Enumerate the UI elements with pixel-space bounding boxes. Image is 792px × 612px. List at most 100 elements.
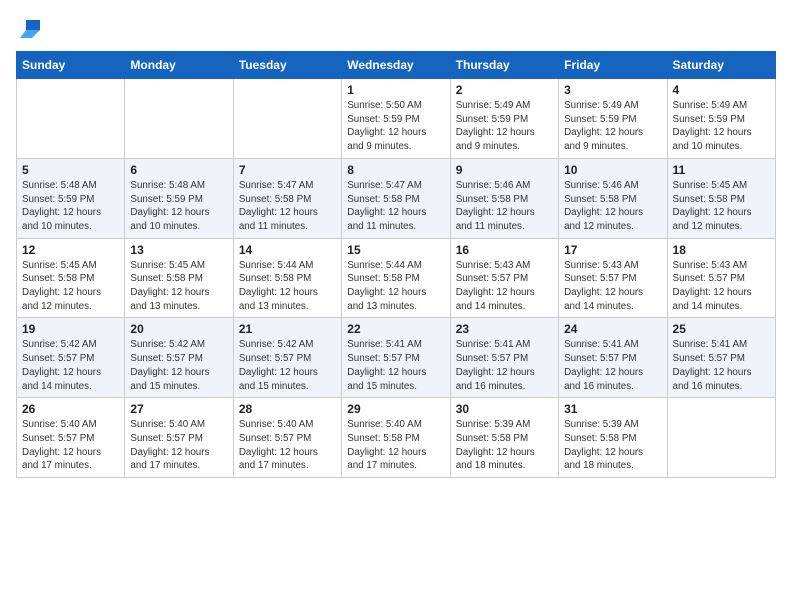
day-info: Sunrise: 5:50 AMSunset: 5:59 PMDaylight:…	[347, 99, 444, 154]
calendar-cell: 18Sunrise: 5:43 AMSunset: 5:57 PMDayligh…	[667, 238, 775, 318]
calendar-cell: 30 Sunrise: 5:39 AMSunset: 5:58 PMDayligh…	[450, 398, 558, 478]
day-number: 28	[239, 402, 336, 416]
calendar-header-monday: Monday	[125, 52, 233, 79]
day-number: 26	[22, 402, 119, 416]
day-number: 14	[239, 243, 336, 257]
calendar-body: 1 Sunrise: 5:50 AMSunset: 5:59 PMDaylight…	[17, 79, 776, 478]
calendar-cell	[17, 79, 125, 159]
day-number: 7	[239, 163, 336, 177]
day-info: Sunrise: 5:45 AMSunset: 5:58 PMDaylight:…	[673, 179, 770, 234]
day-number: 19	[22, 322, 119, 336]
calendar-cell: 28 Sunrise: 5:40 AMSunset: 5:57 PMDayligh…	[233, 398, 341, 478]
day-info: Sunrise: 5:40 AMSunset: 5:57 PMDaylight:…	[130, 418, 227, 473]
day-number: 13	[130, 243, 227, 257]
day-number: 22	[347, 322, 444, 336]
day-info: Sunrise: 5:45 AMSunset: 5:58 PMDaylight:…	[130, 259, 227, 314]
day-number: 16	[456, 243, 553, 257]
day-number: 29	[347, 402, 444, 416]
calendar-table: SundayMondayTuesdayWednesdayThursdayFrid…	[16, 51, 776, 478]
calendar-cell: 24Sunrise: 5:41 AMSunset: 5:57 PMDayligh…	[559, 318, 667, 398]
day-number: 4	[673, 83, 770, 97]
day-number: 6	[130, 163, 227, 177]
calendar-cell: 17Sunrise: 5:43 AMSunset: 5:57 PMDayligh…	[559, 238, 667, 318]
calendar-cell: 8 Sunrise: 5:47 AMSunset: 5:58 PMDaylight…	[342, 158, 450, 238]
day-info: Sunrise: 5:49 AMSunset: 5:59 PMDaylight:…	[456, 99, 553, 154]
day-info: Sunrise: 5:49 AMSunset: 5:59 PMDaylight:…	[673, 99, 770, 154]
day-info: Sunrise: 5:40 AMSunset: 5:57 PMDaylight:…	[22, 418, 119, 473]
day-info: Sunrise: 5:43 AMSunset: 5:57 PMDaylight:…	[456, 259, 553, 314]
calendar-week-3: 12 Sunrise: 5:45 AMSunset: 5:58 PMDayligh…	[17, 238, 776, 318]
day-info: Sunrise: 5:43 AMSunset: 5:57 PMDaylight:…	[673, 259, 770, 314]
day-number: 15	[347, 243, 444, 257]
calendar-cell: 2 Sunrise: 5:49 AMSunset: 5:59 PMDaylight…	[450, 79, 558, 159]
day-info: Sunrise: 5:49 AMSunset: 5:59 PMDaylight:…	[564, 99, 661, 154]
day-number: 30	[456, 402, 553, 416]
calendar-week-1: 1 Sunrise: 5:50 AMSunset: 5:59 PMDaylight…	[17, 79, 776, 159]
logo-icon	[18, 16, 40, 38]
calendar-week-5: 26 Sunrise: 5:40 AMSunset: 5:57 PMDayligh…	[17, 398, 776, 478]
calendar-cell: 31 Sunrise: 5:39 AMSunset: 5:58 PMDayligh…	[559, 398, 667, 478]
calendar-cell: 9Sunrise: 5:46 AMSunset: 5:58 PMDaylight…	[450, 158, 558, 238]
calendar-cell: 21Sunrise: 5:42 AMSunset: 5:57 PMDayligh…	[233, 318, 341, 398]
calendar-header-friday: Friday	[559, 52, 667, 79]
day-number: 2	[456, 83, 553, 97]
day-info: Sunrise: 5:45 AMSunset: 5:58 PMDaylight:…	[22, 259, 119, 314]
calendar-week-4: 19 Sunrise: 5:42 AMSunset: 5:57 PMDayligh…	[17, 318, 776, 398]
day-number: 24	[564, 322, 661, 336]
page-header	[16, 16, 776, 43]
calendar-cell: 15 Sunrise: 5:44 AMSunset: 5:58 PMDayligh…	[342, 238, 450, 318]
day-info: Sunrise: 5:39 AMSunset: 5:58 PMDaylight:…	[456, 418, 553, 473]
calendar-header-thursday: Thursday	[450, 52, 558, 79]
day-info: Sunrise: 5:48 AMSunset: 5:59 PMDaylight:…	[22, 179, 119, 234]
calendar-header-tuesday: Tuesday	[233, 52, 341, 79]
calendar-cell: 5Sunrise: 5:48 AMSunset: 5:59 PMDaylight…	[17, 158, 125, 238]
day-info: Sunrise: 5:42 AMSunset: 5:57 PMDaylight:…	[22, 338, 119, 393]
logo	[16, 16, 40, 43]
day-number: 27	[130, 402, 227, 416]
calendar-header-row: SundayMondayTuesdayWednesdayThursdayFrid…	[17, 52, 776, 79]
day-number: 8	[347, 163, 444, 177]
day-info: Sunrise: 5:42 AMSunset: 5:57 PMDaylight:…	[130, 338, 227, 393]
calendar-cell: 1 Sunrise: 5:50 AMSunset: 5:59 PMDaylight…	[342, 79, 450, 159]
calendar-cell: 29 Sunrise: 5:40 AMSunset: 5:58 PMDayligh…	[342, 398, 450, 478]
day-info: Sunrise: 5:44 AMSunset: 5:58 PMDaylight:…	[347, 259, 444, 314]
calendar-cell: 27 Sunrise: 5:40 AMSunset: 5:57 PMDayligh…	[125, 398, 233, 478]
calendar-cell: 22 Sunrise: 5:41 AMSunset: 5:57 PMDayligh…	[342, 318, 450, 398]
day-info: Sunrise: 5:40 AMSunset: 5:57 PMDaylight:…	[239, 418, 336, 473]
day-info: Sunrise: 5:41 AMSunset: 5:57 PMDaylight:…	[456, 338, 553, 393]
calendar-header-sunday: Sunday	[17, 52, 125, 79]
calendar-header-saturday: Saturday	[667, 52, 775, 79]
day-number: 23	[456, 322, 553, 336]
day-info: Sunrise: 5:41 AMSunset: 5:57 PMDaylight:…	[673, 338, 770, 393]
day-info: Sunrise: 5:43 AMSunset: 5:57 PMDaylight:…	[564, 259, 661, 314]
day-info: Sunrise: 5:42 AMSunset: 5:57 PMDaylight:…	[239, 338, 336, 393]
day-number: 12	[22, 243, 119, 257]
day-info: Sunrise: 5:48 AMSunset: 5:59 PMDaylight:…	[130, 179, 227, 234]
day-number: 10	[564, 163, 661, 177]
day-info: Sunrise: 5:44 AMSunset: 5:58 PMDaylight:…	[239, 259, 336, 314]
calendar-cell: 6 Sunrise: 5:48 AMSunset: 5:59 PMDaylight…	[125, 158, 233, 238]
calendar-cell: 4 Sunrise: 5:49 AMSunset: 5:59 PMDaylight…	[667, 79, 775, 159]
calendar-cell	[233, 79, 341, 159]
day-info: Sunrise: 5:41 AMSunset: 5:57 PMDaylight:…	[347, 338, 444, 393]
day-number: 31	[564, 402, 661, 416]
day-number: 9	[456, 163, 553, 177]
day-info: Sunrise: 5:39 AMSunset: 5:58 PMDaylight:…	[564, 418, 661, 473]
calendar-cell: 20 Sunrise: 5:42 AMSunset: 5:57 PMDayligh…	[125, 318, 233, 398]
calendar-cell: 7Sunrise: 5:47 AMSunset: 5:58 PMDaylight…	[233, 158, 341, 238]
day-number: 25	[673, 322, 770, 336]
calendar-header-wednesday: Wednesday	[342, 52, 450, 79]
day-number: 3	[564, 83, 661, 97]
calendar-cell: 10Sunrise: 5:46 AMSunset: 5:58 PMDayligh…	[559, 158, 667, 238]
calendar-cell	[125, 79, 233, 159]
day-number: 20	[130, 322, 227, 336]
calendar-cell: 12 Sunrise: 5:45 AMSunset: 5:58 PMDayligh…	[17, 238, 125, 318]
day-info: Sunrise: 5:40 AMSunset: 5:58 PMDaylight:…	[347, 418, 444, 473]
calendar-cell: 16 Sunrise: 5:43 AMSunset: 5:57 PMDayligh…	[450, 238, 558, 318]
calendar-cell: 23 Sunrise: 5:41 AMSunset: 5:57 PMDayligh…	[450, 318, 558, 398]
day-info: Sunrise: 5:47 AMSunset: 5:58 PMDaylight:…	[347, 179, 444, 234]
day-number: 1	[347, 83, 444, 97]
calendar-cell: 25 Sunrise: 5:41 AMSunset: 5:57 PMDayligh…	[667, 318, 775, 398]
calendar-cell	[667, 398, 775, 478]
calendar-cell: 3 Sunrise: 5:49 AMSunset: 5:59 PMDaylight…	[559, 79, 667, 159]
